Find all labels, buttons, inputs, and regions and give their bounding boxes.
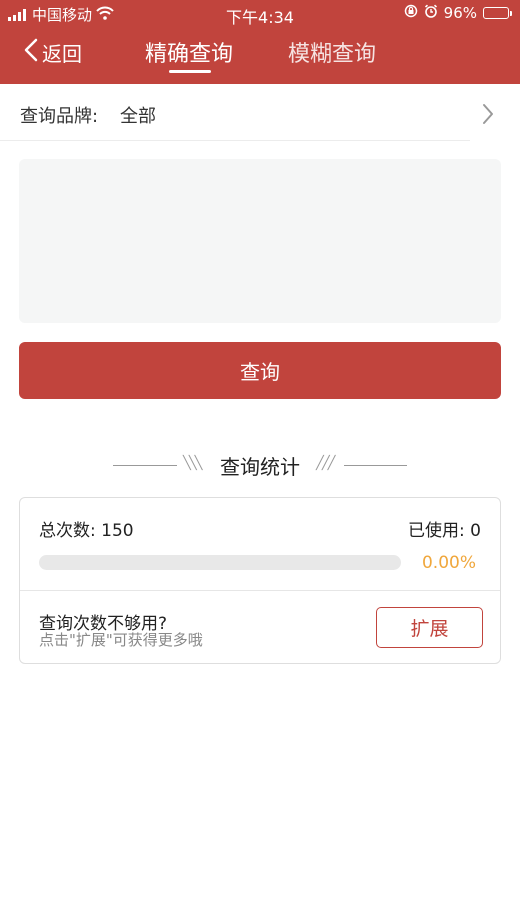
query-input[interactable] bbox=[19, 159, 501, 323]
decorative-line bbox=[344, 465, 407, 466]
rotation-lock-icon bbox=[404, 4, 418, 22]
expand-button[interactable]: 扩展 bbox=[376, 607, 483, 648]
total-count: 总次数: 150 bbox=[39, 521, 134, 541]
query-button[interactable]: 查询 bbox=[19, 342, 501, 399]
brand-filter-row[interactable]: 查询品牌: 全部 bbox=[0, 84, 520, 142]
battery-icon bbox=[483, 7, 512, 19]
battery-percent: 96% bbox=[443, 4, 477, 22]
usage-percent: 0.00% bbox=[421, 553, 476, 573]
stats-card: 总次数: 150 已使用: 0 0.00% 查询次数不够用? 点击"扩展"可获得… bbox=[19, 497, 501, 664]
tab-fuzzy-query[interactable]: 模糊查询 bbox=[288, 36, 376, 68]
tab-exact-query[interactable]: 精确查询 bbox=[145, 36, 233, 68]
active-tab-indicator bbox=[169, 70, 211, 73]
status-right: 96% bbox=[404, 4, 512, 22]
usage-progress-bar bbox=[39, 555, 401, 570]
chevron-right-icon bbox=[482, 103, 494, 129]
section-title: 查询统计 bbox=[220, 455, 300, 479]
decorative-slashes: ╱╱╱ bbox=[316, 456, 336, 471]
divider bbox=[0, 140, 470, 141]
back-label: 返回 bbox=[42, 42, 82, 66]
alarm-icon bbox=[424, 4, 438, 22]
back-button[interactable]: 返回 bbox=[24, 38, 82, 67]
stats-section-header: ╲╲╲ 查询统计 ╱╱╱ bbox=[0, 450, 520, 480]
used-count: 已使用: 0 bbox=[408, 521, 481, 541]
nav-bar: 返回 精确查询 模糊查询 bbox=[0, 28, 520, 84]
brand-filter-value: 全部 bbox=[120, 106, 156, 127]
hint-subtitle: 点击"扩展"可获得更多哦 bbox=[39, 631, 203, 649]
brand-filter-label: 查询品牌: bbox=[20, 106, 99, 127]
status-bar: 中国移动 下午4:34 96% bbox=[0, 0, 520, 27]
divider bbox=[20, 590, 500, 591]
back-chevron-icon bbox=[24, 38, 38, 67]
header-bar: 中国移动 下午4:34 96% 返回 精确查询 模糊查询 bbox=[0, 0, 520, 84]
